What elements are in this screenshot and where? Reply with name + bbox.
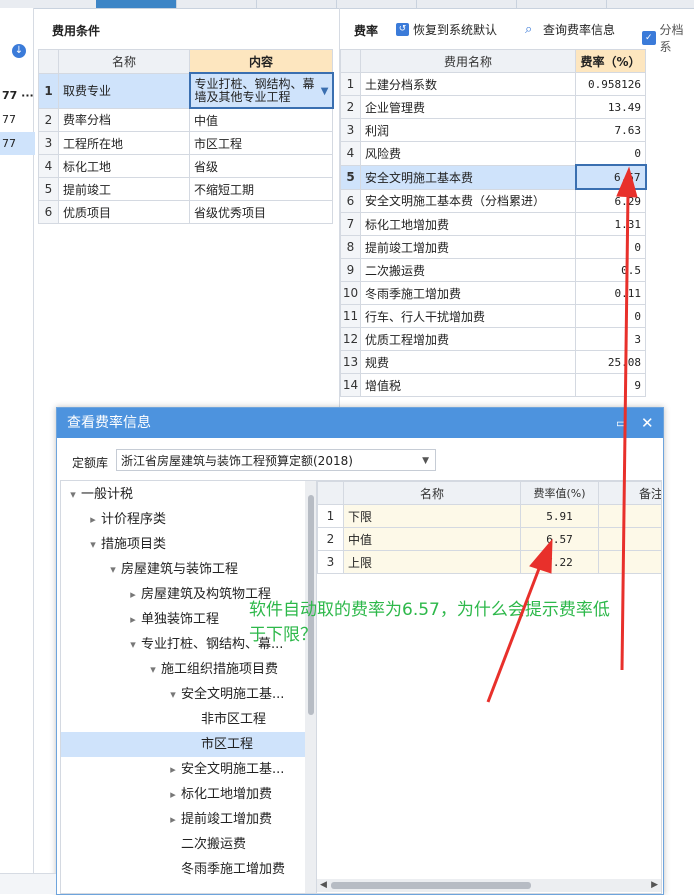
red-arrowhead-up [617, 168, 637, 197]
red-arrow-up [622, 192, 628, 670]
annotation-arrows [0, 0, 694, 893]
red-arrow-diagonal [488, 566, 540, 702]
red-arrowhead-diagonal [530, 540, 552, 573]
